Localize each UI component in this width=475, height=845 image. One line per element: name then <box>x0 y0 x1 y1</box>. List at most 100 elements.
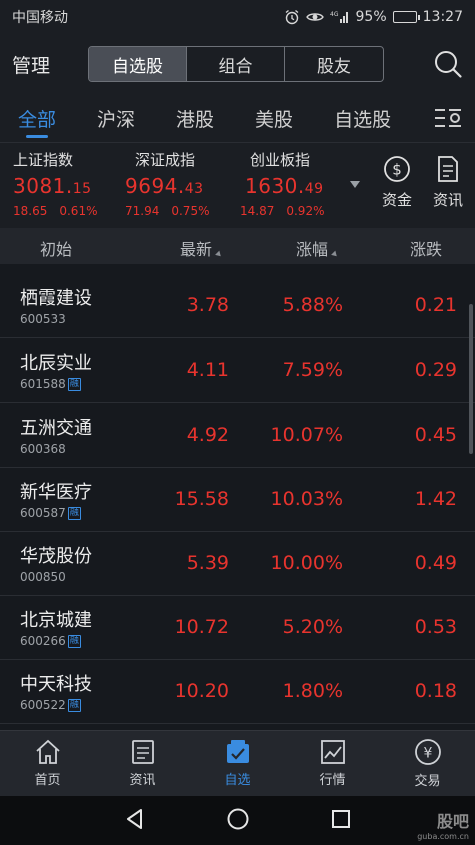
column-initial[interactable]: 初始 <box>40 236 72 260</box>
index-value-int: 1630. <box>245 174 305 198</box>
expand-caret-icon[interactable] <box>350 181 360 188</box>
market-tabs: 全部 沪深 港股 美股 自选股 <box>0 94 475 142</box>
nav-label: 资讯 <box>129 773 156 788</box>
eye-icon <box>305 10 324 24</box>
stock-code: 600522 融 <box>20 698 81 712</box>
column-change[interactable]: 涨跌 <box>410 236 442 260</box>
index-value-dec: 15 <box>72 181 92 197</box>
svg-text:4G: 4G <box>330 11 339 18</box>
watchlist-icon <box>226 740 249 763</box>
alarm-icon <box>284 9 300 25</box>
search-icon[interactable] <box>433 49 463 79</box>
index-value-dec: 49 <box>304 181 324 197</box>
index-change-amount: 14.87 <box>240 204 275 218</box>
segment-friends[interactable]: 股友 <box>285 47 383 81</box>
stock-code-text: 600266 <box>20 634 66 648</box>
index-change-amount: 18.65 <box>13 204 48 218</box>
signal-icon: 4G <box>330 10 350 24</box>
system-nav-bar: 股吧 guba.com.cn <box>0 796 475 845</box>
tab-us[interactable]: 美股 <box>255 94 293 142</box>
stock-code: 600368 <box>20 442 66 456</box>
margin-badge: 融 <box>67 698 81 712</box>
stock-price: 15.58 <box>174 488 229 510</box>
back-icon[interactable] <box>124 808 146 834</box>
battery-percent: 95% <box>355 9 387 25</box>
stock-name: 中天科技 <box>20 674 92 695</box>
stock-name: 栖霞建设 <box>20 288 92 309</box>
index-change: 18.65 0.61% <box>13 204 133 218</box>
index-name: 深证成指 <box>135 151 196 169</box>
index-value: 9694.43 <box>125 174 245 198</box>
stock-code: 601588 融 <box>20 377 81 391</box>
tab-sh-sz[interactable]: 沪深 <box>97 94 135 142</box>
svg-text:¥: ¥ <box>423 746 432 762</box>
stock-price: 3.78 <box>186 294 229 316</box>
stock-row[interactable]: 新华医疗 600587 融 15.58 10.03% 1.42 <box>0 468 475 532</box>
news-icon <box>131 740 154 764</box>
nav-news[interactable]: 资讯 <box>95 731 190 796</box>
stock-price: 5.39 <box>186 552 229 574</box>
stock-price: 10.72 <box>174 616 229 638</box>
stock-price: 10.20 <box>174 680 229 702</box>
stock-row[interactable]: 栖霞建设 600533 3.78 5.88% 0.21 <box>0 274 475 338</box>
stock-row[interactable]: 北辰实业 601588 融 4.11 7.59% 0.29 <box>0 339 475 403</box>
stock-code-text: 600533 <box>20 312 66 326</box>
stock-price: 4.11 <box>186 359 229 381</box>
stock-change: 0.53 <box>414 616 457 638</box>
nav-label: 交易 <box>414 774 441 789</box>
stock-change-pct: 7.59% <box>282 359 343 381</box>
nav-label: 行情 <box>319 773 346 788</box>
stock-name: 五洲交通 <box>20 418 92 439</box>
index-shenzhen[interactable]: 深证成指 9694.43 71.94 0.75% <box>125 149 245 218</box>
market-icon <box>320 740 345 764</box>
index-change-percent: 0.61% <box>59 204 98 218</box>
index-chinext[interactable]: 创业板指 1630.49 14.87 0.92% <box>240 149 360 218</box>
column-latest[interactable]: 最新 <box>180 236 223 260</box>
index-value-int: 9694. <box>125 174 185 198</box>
stock-row[interactable]: 五洲交通 600368 4.92 10.07% 0.45 <box>0 404 475 468</box>
index-value: 3081.15 <box>13 174 133 198</box>
news-label: 资讯 <box>432 191 463 209</box>
tab-hk[interactable]: 港股 <box>176 94 214 142</box>
index-name: 创业板指 <box>250 151 311 169</box>
nav-label: 首页 <box>34 773 61 788</box>
stock-change-pct: 5.88% <box>282 294 343 316</box>
column-change-pct[interactable]: 涨幅 <box>296 236 339 260</box>
news-button[interactable]: 资讯 <box>428 155 468 210</box>
watermark-url: guba.com.cn <box>417 832 469 841</box>
stock-name: 北京城建 <box>20 610 92 631</box>
list-scrollbar[interactable] <box>469 304 473 454</box>
recents-icon[interactable] <box>330 808 352 834</box>
segment-portfolio[interactable]: 组合 <box>187 47 285 81</box>
index-value: 1630.49 <box>245 174 360 198</box>
home-button-icon[interactable] <box>226 807 250 835</box>
index-name: 上证指数 <box>13 151 74 169</box>
nav-watchlist[interactable]: 自选 <box>190 731 285 796</box>
nav-home[interactable]: 首页 <box>0 731 95 796</box>
stock-code-text: 000850 <box>20 570 66 584</box>
column-latest-label: 最新 <box>180 240 213 259</box>
stock-row[interactable]: 华茂股份 000850 5.39 10.00% 0.49 <box>0 532 475 596</box>
stock-row[interactable]: 中天科技 600522 融 10.20 1.80% 0.18 <box>0 660 475 724</box>
stock-name: 北辰实业 <box>20 353 92 374</box>
index-shanghai[interactable]: 上证指数 3081.15 18.65 0.61% <box>13 149 133 218</box>
document-icon <box>438 156 458 182</box>
manage-button[interactable]: 管理 <box>12 51 88 78</box>
stock-list[interactable]: 栖霞建设 600533 3.78 5.88% 0.21 北辰实业 601588 融… <box>0 264 475 730</box>
segment-watchlist[interactable]: 自选股 <box>89 47 187 81</box>
filter-settings-icon[interactable] <box>433 106 463 130</box>
stock-name: 新华医疗 <box>20 482 92 503</box>
stock-change-pct: 10.00% <box>270 552 343 574</box>
margin-badge: 融 <box>67 377 81 391</box>
tab-custom[interactable]: 自选股 <box>334 94 391 142</box>
stock-row[interactable]: 北京城建 600266 融 10.72 5.20% 0.53 <box>0 596 475 660</box>
capital-button[interactable]: $ 资金 <box>377 155 417 210</box>
column-change-pct-label: 涨幅 <box>296 240 329 259</box>
battery-icon <box>392 11 420 23</box>
nav-trade[interactable]: ¥ 交易 <box>380 731 475 796</box>
tab-all[interactable]: 全部 <box>18 94 56 142</box>
stock-change-pct: 5.20% <box>282 616 343 638</box>
nav-market[interactable]: 行情 <box>285 731 380 796</box>
margin-badge: 融 <box>67 506 81 520</box>
stock-code: 600587 融 <box>20 506 81 520</box>
